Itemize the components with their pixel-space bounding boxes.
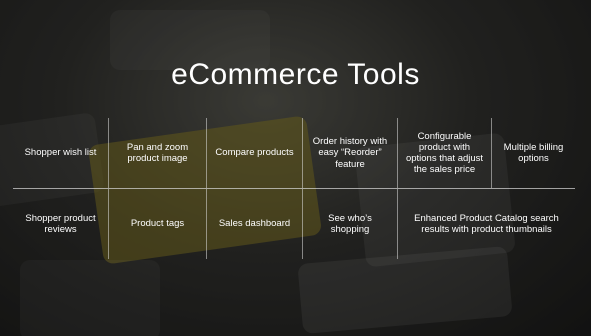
feature-cell: Sales dashboard [206, 189, 302, 259]
feature-grid: Shopper wish list Pan and zoom product i… [13, 118, 575, 259]
feature-cell: Order history with easy “Reorder” featur… [302, 118, 397, 188]
feature-cell: Pan and zoom product image [108, 118, 206, 188]
feature-cell: Enhanced Product Catalog search results … [397, 189, 575, 259]
feature-cell: Shopper product reviews [25, 212, 96, 235]
slide: eCommerce Tools Shopper wish list Pan an… [0, 0, 591, 336]
slide-title: eCommerce Tools [171, 58, 420, 91]
feature-cell: See who’s shopping [302, 189, 397, 259]
feature-row: Shopper wish list Pan and zoom product i… [13, 118, 575, 189]
feature-cell: Configurable product with options that a… [397, 118, 491, 188]
feature-cell: Compare products [206, 118, 302, 188]
feature-cell: Product tags [108, 189, 206, 259]
feature-cell: Multiple billing options [491, 118, 575, 188]
feature-cell: Shopper wish list [24, 147, 97, 159]
feature-row: Shopper product reviews Product tags Sal… [13, 189, 575, 259]
